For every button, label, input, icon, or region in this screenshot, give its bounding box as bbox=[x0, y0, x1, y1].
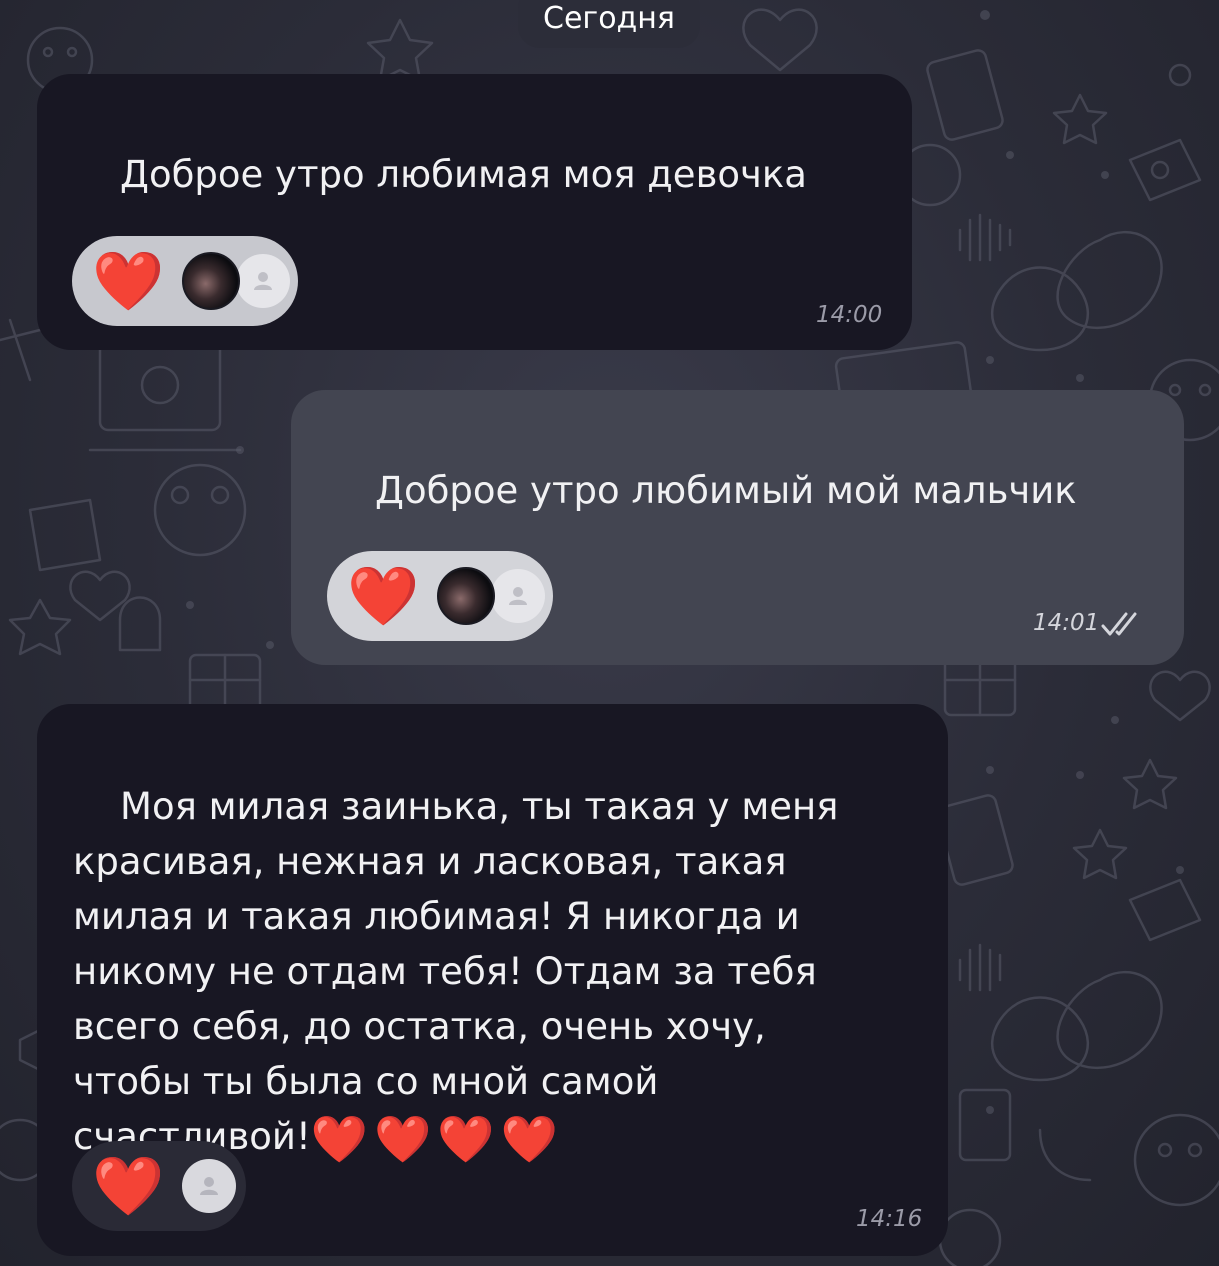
message-bubble-incoming[interactable]: Доброе утро любимая моя девочка ❤️ ❤️ 14… bbox=[37, 74, 912, 350]
message-text: Доброе утро любимый мой мальчик ❤️ bbox=[328, 408, 1148, 683]
heart-reaction-icon: ❤️ bbox=[92, 247, 165, 315]
message-bubble-incoming[interactable]: Моя милая заинька, ты такая у меня краси… bbox=[37, 704, 948, 1256]
reaction-chip[interactable]: ❤️ bbox=[327, 551, 553, 641]
date-separator-label: Сегодня bbox=[543, 1, 675, 36]
message-time: 14:01 bbox=[1033, 610, 1100, 636]
heart-reaction-icon: ❤️ bbox=[347, 562, 420, 630]
double-check-icon bbox=[1101, 612, 1137, 636]
reaction-chip[interactable]: ❤️ bbox=[72, 1141, 246, 1231]
hearts-emoji: ❤️❤️❤️❤️ bbox=[310, 1111, 564, 1166]
user-avatar-icon bbox=[491, 569, 546, 623]
message-time: 14:00 bbox=[816, 302, 883, 328]
reactor-avatar-photo bbox=[437, 567, 496, 625]
user-avatar-icon bbox=[236, 254, 291, 308]
message-bubble-outgoing[interactable]: Доброе утро любимый мой мальчик ❤️ ❤️ 14… bbox=[291, 390, 1184, 665]
message-time: 14:16 bbox=[856, 1206, 923, 1232]
user-avatar-icon bbox=[182, 1159, 237, 1213]
date-separator: Сегодня bbox=[518, 0, 700, 48]
reaction-chip[interactable]: ❤️ bbox=[72, 236, 298, 326]
reactor-avatar-photo bbox=[182, 252, 241, 310]
heart-reaction-icon: ❤️ bbox=[92, 1152, 165, 1220]
